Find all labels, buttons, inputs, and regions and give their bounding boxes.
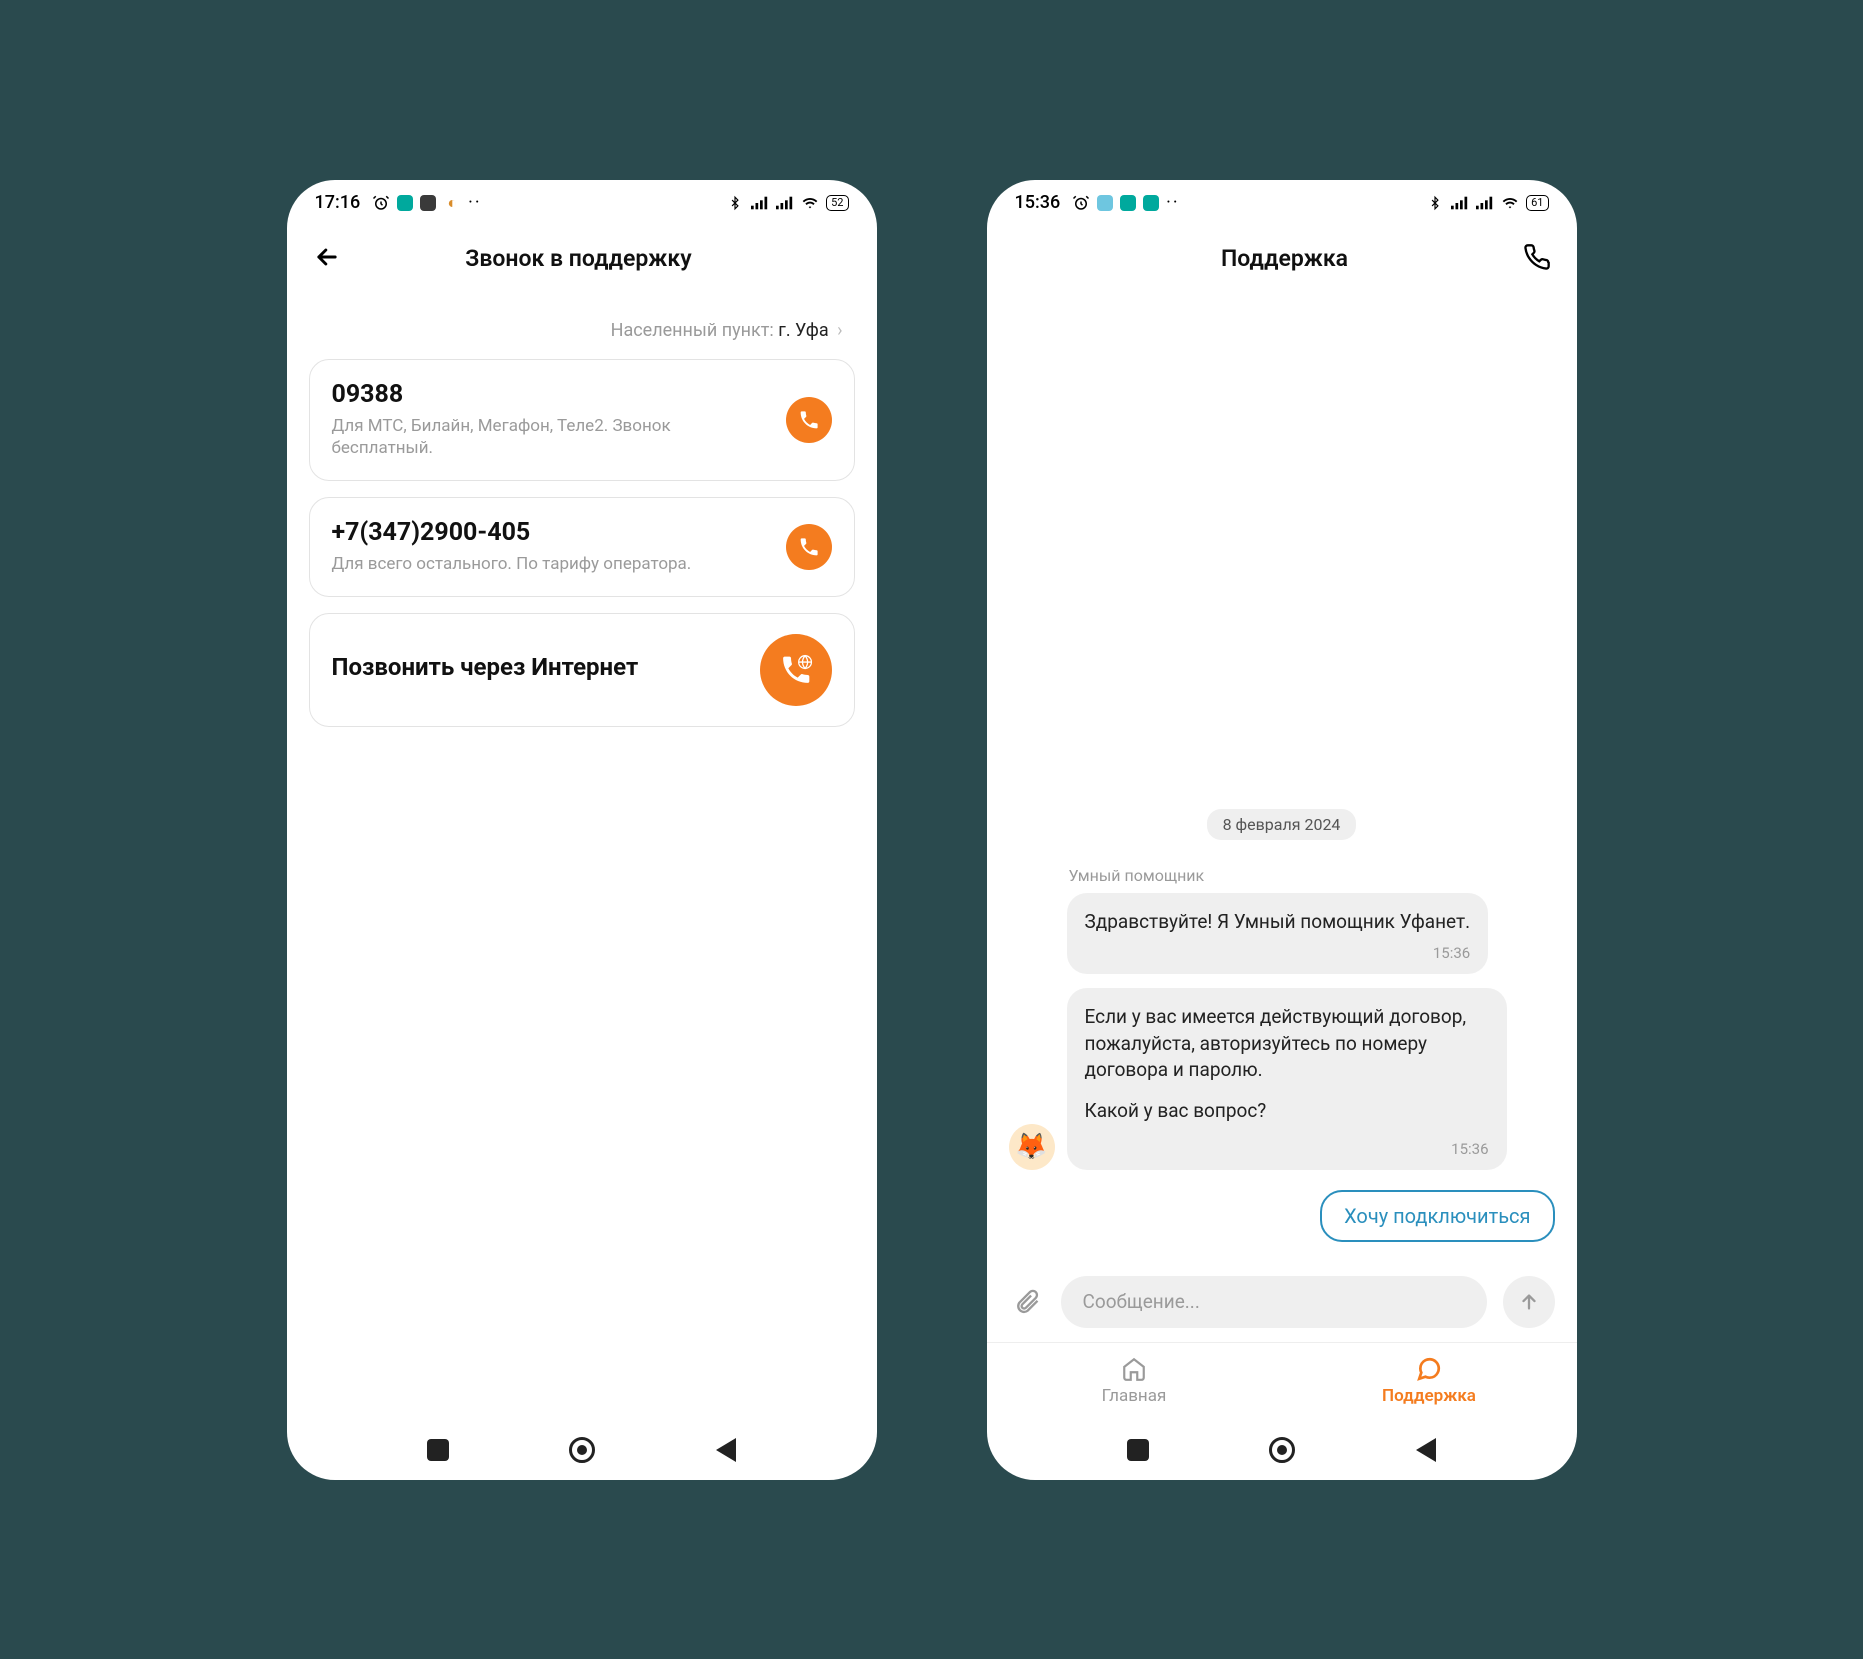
message-input[interactable]: Сообщение... (1061, 1276, 1487, 1328)
tab-home[interactable]: Главная (987, 1343, 1282, 1420)
status-more-icon: ·· (468, 192, 481, 213)
chat-content: 8 февраля 2024 Умный помощник Здравствуй… (987, 292, 1577, 1420)
alarm-icon (372, 194, 390, 212)
bot-avatar: 🦊 (1009, 1124, 1055, 1170)
message-row: 🦊 Если у вас имеется действующий договор… (1009, 988, 1555, 1169)
page-title: Звонок в поддержку (361, 245, 797, 272)
signal-icon (751, 194, 769, 212)
app-indicator-icon (397, 195, 413, 211)
page-title: Поддержка (1067, 245, 1503, 272)
app-indicator-icon (1097, 195, 1113, 211)
signal-icon (1451, 194, 1469, 212)
message-text: Какой у вас вопрос? (1085, 1098, 1489, 1125)
battery-icon: 52 (826, 195, 848, 211)
bottom-tabs: Главная Поддержка (987, 1342, 1577, 1420)
signal-icon (776, 194, 794, 212)
internet-call-button[interactable] (760, 634, 832, 706)
nav-recent-button[interactable] (1127, 1439, 1149, 1461)
android-nav-bar (287, 1420, 877, 1480)
card-subtitle: Для МТС, Билайн, Мегафон, Теле2. Звонок … (332, 415, 770, 461)
status-more-icon: ·· (1166, 192, 1179, 213)
bluetooth-icon (726, 194, 744, 212)
wifi-icon (1501, 194, 1519, 212)
message-bubble: Если у вас имеется действующий договор, … (1067, 988, 1507, 1169)
phone-screen-support-chat: 15:36 ·· 61 Поддер (987, 180, 1577, 1480)
chat-scroll[interactable]: 8 февраля 2024 Умный помощник Здравствуй… (987, 292, 1577, 1262)
bluetooth-icon (1426, 194, 1444, 212)
tab-label: Поддержка (1382, 1386, 1476, 1406)
location-selector[interactable]: Населенный пункт: г. Уфа › (287, 292, 877, 359)
quick-reply-button[interactable]: Хочу подключиться (1320, 1190, 1554, 1242)
message-text: Здравствуйте! Я Умный помощник Уфанет. (1085, 909, 1471, 936)
call-button[interactable] (786, 524, 832, 570)
nav-home-button[interactable] (569, 1437, 595, 1463)
status-time: 15:36 (1015, 192, 1061, 213)
phone-card-short-number[interactable]: 09388 Для МТС, Билайн, Мегафон, Теле2. З… (309, 359, 855, 482)
status-bar: 17:16 ◐ ·· 52 (287, 180, 877, 226)
status-time: 17:16 (315, 192, 361, 213)
signal-icon (1476, 194, 1494, 212)
android-nav-bar (987, 1420, 1577, 1480)
chat-input-row: Сообщение... (987, 1262, 1577, 1342)
phone-card-city-number[interactable]: +7(347)2900-405 Для всего остального. По… (309, 497, 855, 597)
status-bar: 15:36 ·· 61 (987, 180, 1577, 226)
tab-label: Главная (1102, 1386, 1167, 1406)
back-button[interactable] (313, 243, 341, 275)
date-chip: 8 февраля 2024 (1207, 809, 1357, 840)
app-indicator-icon: ◐ (443, 194, 461, 212)
content-area: Населенный пункт: г. Уфа › 09388 Для МТС… (287, 292, 877, 1420)
phone-screen-call-support: 17:16 ◐ ·· 52 (287, 180, 877, 1480)
nav-back-button[interactable] (716, 1438, 736, 1462)
phone-card-internet-call[interactable]: Позвонить через Интернет (309, 613, 855, 727)
message-bubble: Здравствуйте! Я Умный помощник Уфанет. 1… (1067, 893, 1489, 975)
location-city: г. Уфа (778, 320, 828, 341)
call-support-button[interactable] (1523, 243, 1551, 275)
nav-back-button[interactable] (1416, 1438, 1436, 1462)
send-button[interactable] (1503, 1276, 1555, 1328)
chevron-right-icon: › (837, 320, 842, 341)
sender-label: Умный помощник (1069, 866, 1555, 885)
location-label: Населенный пункт: (611, 320, 774, 341)
attach-button[interactable] (1009, 1284, 1045, 1320)
tab-support[interactable]: Поддержка (1282, 1343, 1577, 1420)
message-time: 15:36 (1085, 1139, 1489, 1160)
input-placeholder: Сообщение... (1083, 1290, 1200, 1313)
wifi-icon (801, 194, 819, 212)
nav-recent-button[interactable] (427, 1439, 449, 1461)
app-indicator-icon (420, 195, 436, 211)
card-subtitle: Для всего остального. По тарифу оператор… (332, 553, 770, 576)
battery-icon: 61 (1526, 195, 1548, 211)
card-title: 09388 (332, 380, 770, 409)
app-indicator-icon (1143, 195, 1159, 211)
message-time: 15:36 (1085, 943, 1471, 964)
message-text: Если у вас имеется действующий договор, … (1085, 1004, 1489, 1084)
nav-home-button[interactable] (1269, 1437, 1295, 1463)
app-indicator-icon (1120, 195, 1136, 211)
card-title: +7(347)2900-405 (332, 518, 770, 547)
message-row: Здравствуйте! Я Умный помощник Уфанет. 1… (1009, 893, 1555, 975)
call-button[interactable] (786, 397, 832, 443)
alarm-icon (1072, 194, 1090, 212)
app-header: Звонок в поддержку (287, 226, 877, 292)
card-title: Позвонить через Интернет (332, 652, 744, 682)
app-header: Поддержка (987, 226, 1577, 292)
